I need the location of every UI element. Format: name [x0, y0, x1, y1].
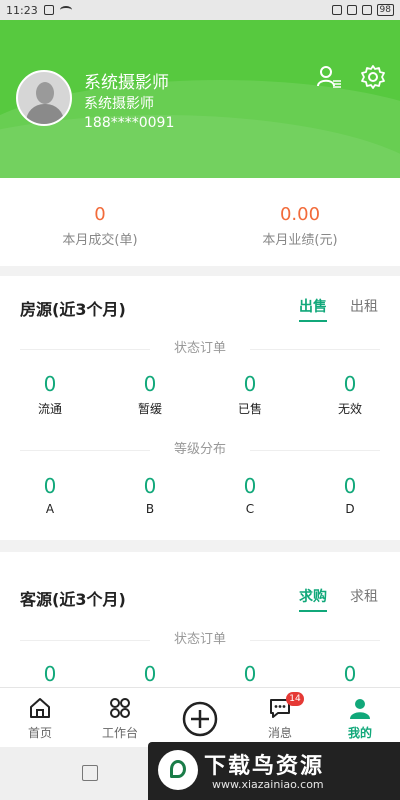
stat-label: 本月业绩(元) — [262, 233, 338, 248]
monthly-stats: 0 本月成交(单) 0.00 本月业绩(元) — [0, 178, 400, 266]
tab-lease[interactable]: 求租 — [350, 586, 378, 606]
wifi-icon — [59, 6, 72, 14]
status-section-label: 状态订单 — [173, 632, 226, 647]
status-item-circulating[interactable]: 0 流通 — [0, 372, 100, 417]
grid-icon — [110, 698, 130, 718]
stat-deals[interactable]: 0 本月成交(单) — [0, 178, 200, 266]
customers-card: 客源(近3个月) 求购 求租 状态订单 0 0 0 0 — [0, 552, 400, 687]
bottom-nav: 首页 工作台 14 消息 我的 — [0, 687, 400, 747]
nav-messages[interactable]: 14 消息 — [240, 688, 320, 748]
home-icon — [30, 698, 50, 718]
profile-name: 系统摄影师 — [84, 73, 169, 93]
location-icon — [346, 5, 357, 15]
stat-value: 0.00 — [279, 204, 321, 225]
gear-icon[interactable] — [360, 64, 386, 90]
customer-status-item[interactable]: 0 — [300, 662, 400, 686]
grade-item-b[interactable]: 0B — [100, 474, 200, 516]
watermark-url: www.xiazainiao.com — [212, 778, 324, 791]
nav-home[interactable]: 首页 — [0, 688, 80, 748]
profile-header: 系统摄影师 系统摄影师 188****0091 — [0, 20, 400, 178]
stat-performance[interactable]: 0.00 本月业绩(元) — [200, 178, 400, 266]
grade-item-a[interactable]: 0A — [0, 474, 100, 516]
housing-card: 房源(近3个月) 出售 出租 状态订单 0 流通 0 暂缓 0 已售 0 无效 等级分布… — [0, 276, 400, 540]
app-screen: 11:23 98 系统摄影师 系统摄影师 188****0091 0 本月成交(… — [0, 0, 400, 800]
recent-apps-button[interactable] — [82, 765, 98, 781]
grade-item-d[interactable]: 0D — [300, 474, 400, 516]
profile-nickname: 系统摄影师 — [84, 96, 154, 112]
profile-phone: 188****0091 — [84, 115, 175, 131]
add-icon — [182, 701, 218, 737]
customer-status-item[interactable]: 0 — [0, 662, 100, 686]
grade-item-c[interactable]: 0C — [200, 474, 300, 516]
tab-buy[interactable]: 求购 — [299, 586, 327, 612]
status-section-divider: 状态订单 — [20, 339, 380, 359]
status-item-paused[interactable]: 0 暂缓 — [100, 372, 200, 417]
nav-workbench[interactable]: 工作台 — [80, 688, 160, 748]
nav-mine[interactable]: 我的 — [320, 688, 400, 748]
stat-label: 本月成交(单) — [62, 233, 138, 248]
watermark-banner: 下载鸟资源 www.xiazainiao.com — [148, 742, 400, 800]
customer-status-item[interactable]: 0 — [200, 662, 300, 686]
customers-title: 客源(近3个月) — [20, 590, 126, 609]
alarm-icon — [331, 5, 342, 15]
status-item-invalid[interactable]: 0 无效 — [300, 372, 400, 417]
grade-section-divider: 等级分布 — [20, 440, 380, 460]
customer-status-item[interactable]: 0 — [100, 662, 200, 686]
tab-rent[interactable]: 出租 — [350, 296, 378, 316]
clock: 11:23 — [6, 3, 38, 17]
status-bar: 11:23 98 — [0, 0, 400, 20]
housing-title: 房源(近3个月) — [20, 300, 126, 319]
nav-add[interactable] — [160, 688, 240, 748]
battery-indicator: 98 — [376, 4, 394, 16]
tab-sale[interactable]: 出售 — [299, 296, 327, 322]
avatar[interactable] — [16, 70, 72, 126]
status-section-label: 状态订单 — [173, 341, 226, 356]
user-list-icon[interactable] — [316, 64, 342, 90]
user-icon — [350, 699, 370, 719]
status-item-sold[interactable]: 0 已售 — [200, 372, 300, 417]
grade-section-label: 等级分布 — [173, 442, 226, 457]
bluetooth-icon — [361, 5, 372, 15]
watermark-logo — [158, 750, 198, 790]
stat-value: 0 — [94, 204, 106, 225]
notification-icon — [43, 5, 54, 15]
message-badge: 14 — [286, 692, 304, 706]
watermark-title: 下载鸟资源 — [204, 754, 325, 779]
status-section-divider: 状态订单 — [20, 630, 380, 650]
